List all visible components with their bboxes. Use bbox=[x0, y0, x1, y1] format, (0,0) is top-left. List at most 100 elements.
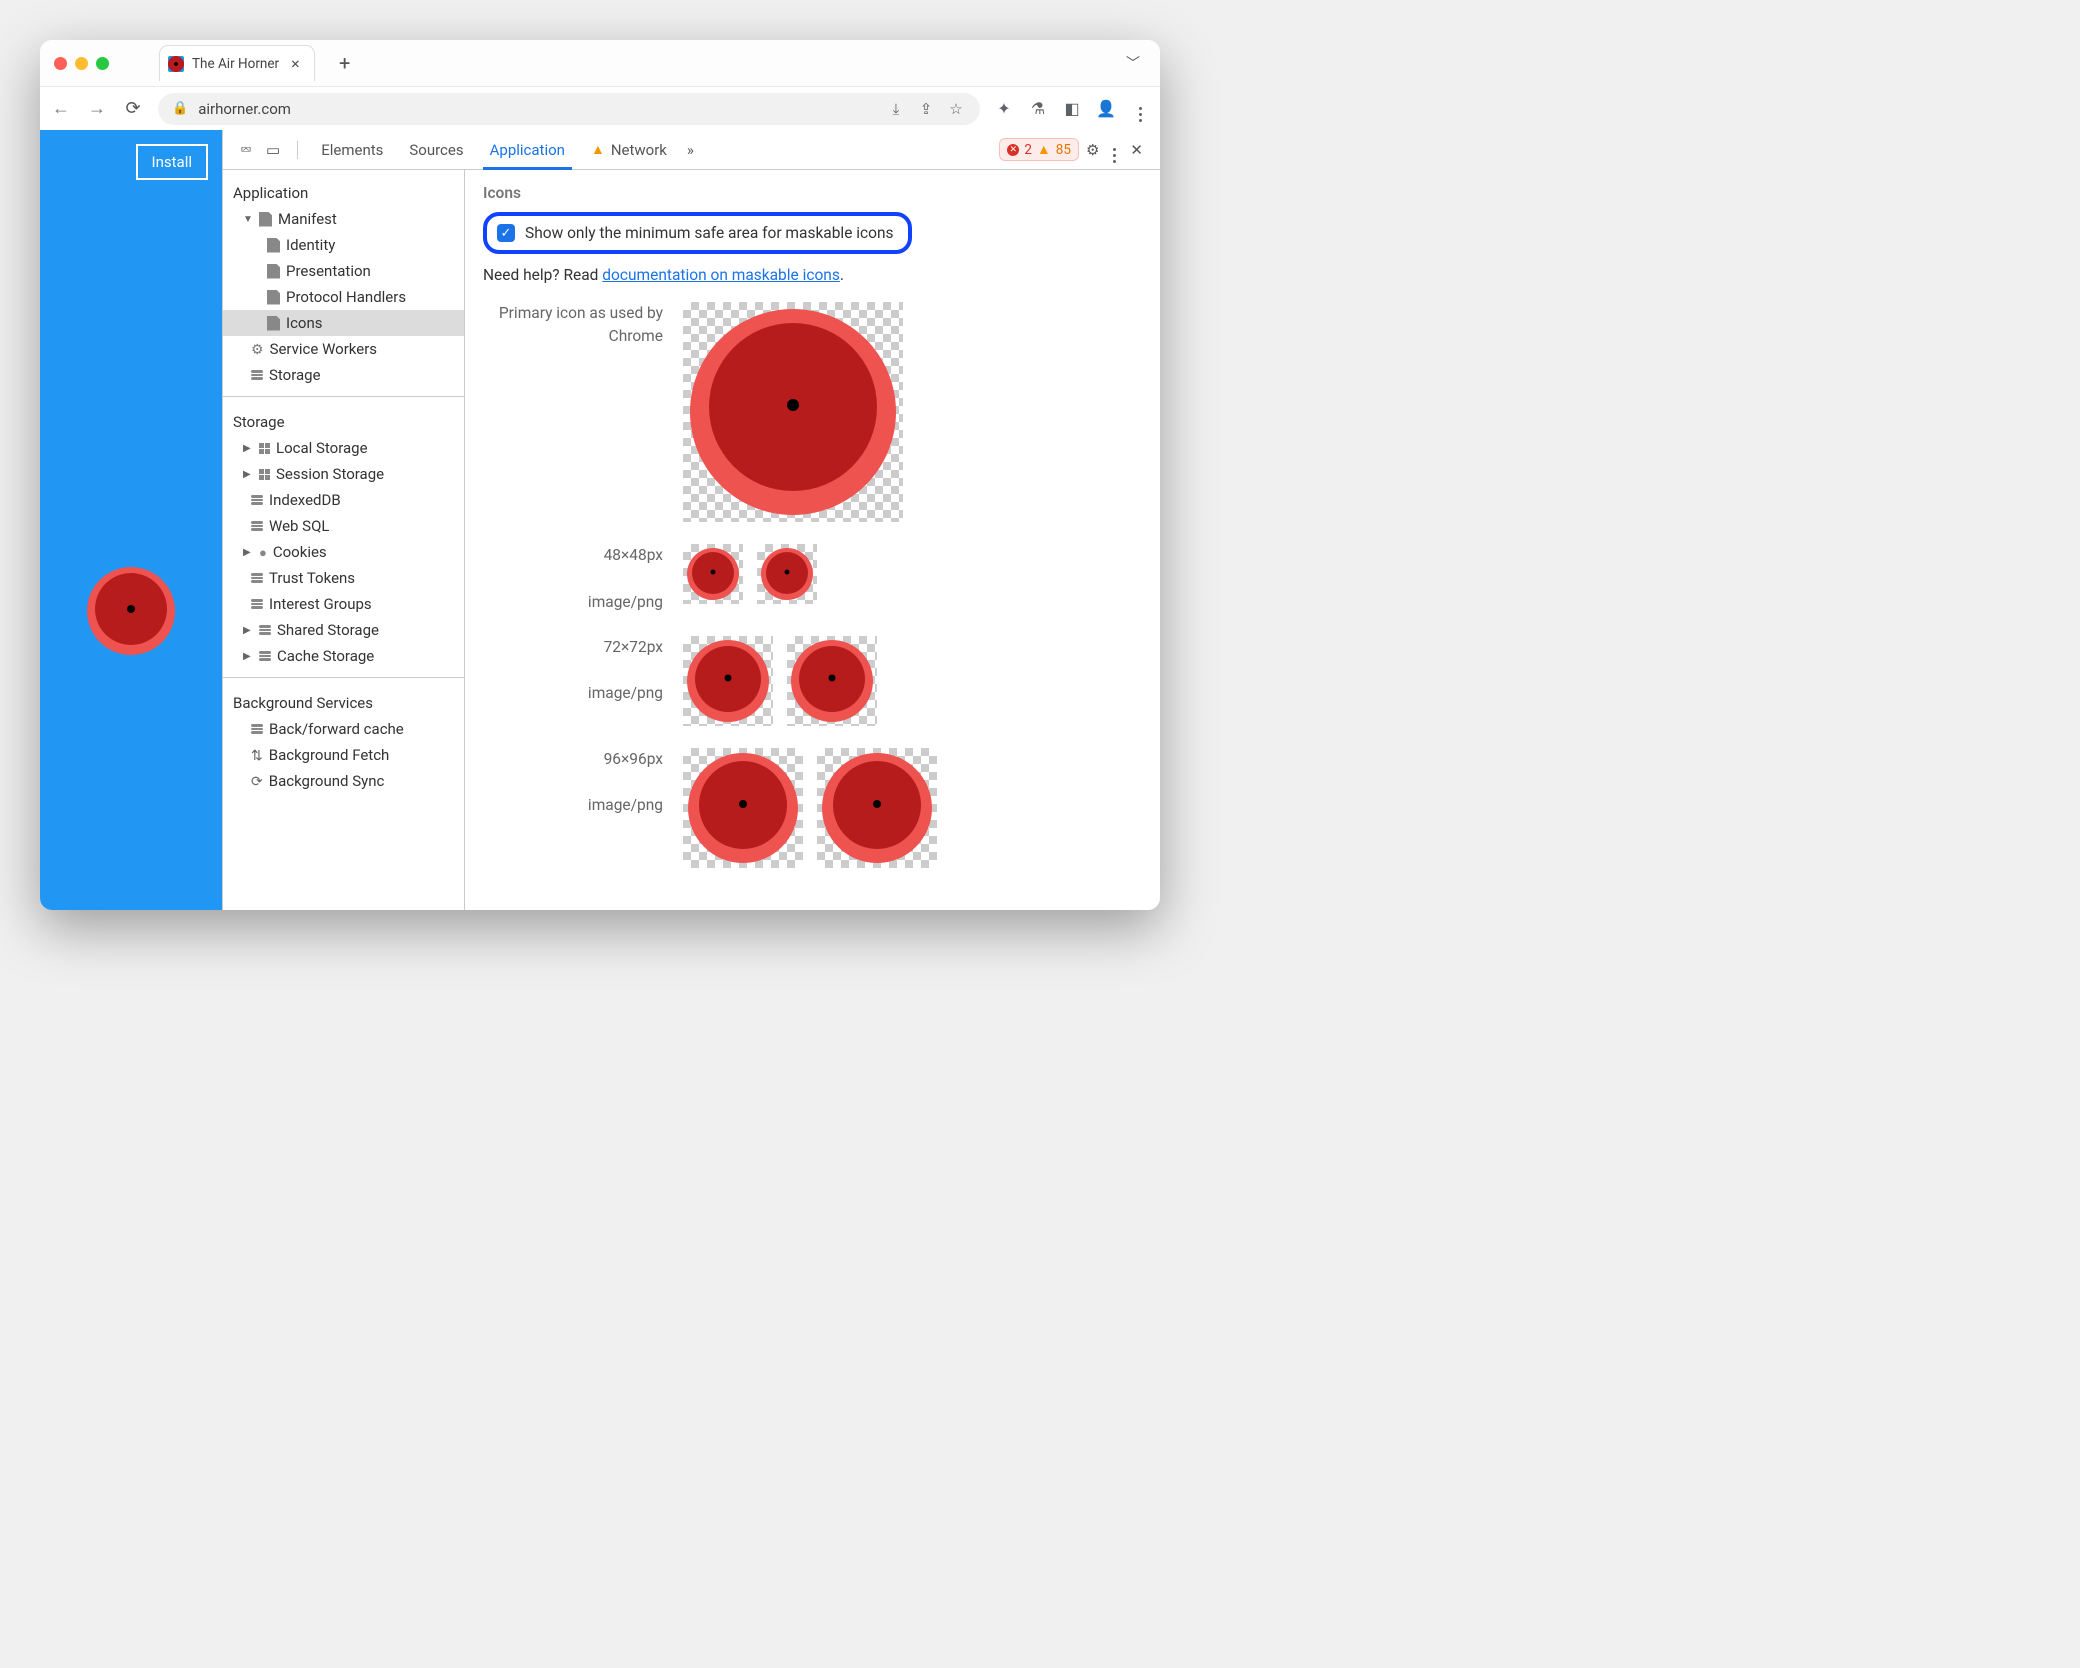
minimize-window-icon[interactable] bbox=[75, 57, 88, 70]
share-icon[interactable]: ⇪ bbox=[916, 100, 936, 118]
profile-icon[interactable]: 👤 bbox=[1096, 99, 1116, 118]
close-window-icon[interactable] bbox=[54, 57, 67, 70]
sidebar-item-bgfetch[interactable]: Background Fetch bbox=[223, 742, 464, 768]
devtools-main: Icons ✓ Show only the minimum safe area … bbox=[465, 170, 1160, 910]
grid-icon bbox=[259, 469, 270, 480]
icon-preview bbox=[683, 544, 743, 604]
window-controls bbox=[54, 57, 109, 70]
arrows-icon bbox=[251, 746, 263, 764]
labs-icon[interactable]: ⚗ bbox=[1028, 99, 1048, 118]
cookie-icon bbox=[259, 543, 267, 561]
sidebar-item-websql[interactable]: Web SQL bbox=[223, 513, 464, 539]
icon-preview bbox=[683, 302, 903, 522]
titlebar: The Air Horner × + ﹀ bbox=[40, 40, 1160, 86]
inspect-icon[interactable]: ⮹ bbox=[233, 141, 259, 159]
icon-row-48: 48×48pximage/png bbox=[483, 544, 1142, 614]
sidebar-item-protocol-handlers[interactable]: Protocol Handlers bbox=[223, 284, 464, 310]
content-area: Install ⮹ ▭ Elements Sources Application… bbox=[40, 130, 1160, 910]
bookmark-icon[interactable]: ☆ bbox=[946, 100, 966, 118]
issues-badge[interactable]: ✕2 ▲85 bbox=[999, 138, 1079, 161]
storage-icon bbox=[251, 370, 263, 380]
devtools: ⮹ ▭ Elements Sources Application ▲Networ… bbox=[222, 130, 1160, 910]
icon-row-72: 72×72pximage/png bbox=[483, 636, 1142, 726]
sidebar-item-bgsync[interactable]: Background Sync bbox=[223, 768, 464, 794]
database-icon bbox=[251, 495, 263, 505]
sidebar-item-session-storage[interactable]: ▶Session Storage bbox=[223, 461, 464, 487]
sidebar-item-manifest[interactable]: ▼Manifest bbox=[223, 206, 464, 232]
icon-row-96: 96×96pximage/png bbox=[483, 748, 1142, 868]
device-toggle-icon[interactable]: ▭ bbox=[259, 141, 287, 159]
more-tabs-icon[interactable]: » bbox=[680, 141, 701, 159]
sidebar-item-identity[interactable]: Identity bbox=[223, 232, 464, 258]
airhorn-graphic[interactable] bbox=[85, 565, 177, 657]
forward-button[interactable]: → bbox=[86, 98, 108, 119]
devtools-toolbar: ⮹ ▭ Elements Sources Application ▲Networ… bbox=[223, 130, 1160, 170]
tab-network[interactable]: ▲Network bbox=[578, 130, 680, 170]
close-tab-icon[interactable]: × bbox=[287, 54, 304, 73]
sidebar-item-presentation[interactable]: Presentation bbox=[223, 258, 464, 284]
section-storage: Storage bbox=[223, 405, 464, 435]
section-application: Application bbox=[223, 176, 464, 206]
tab-sources[interactable]: Sources bbox=[396, 130, 476, 170]
tab-elements[interactable]: Elements bbox=[308, 130, 396, 170]
sync-icon bbox=[251, 772, 263, 790]
maximize-window-icon[interactable] bbox=[96, 57, 109, 70]
warning-icon: ▲ bbox=[1037, 141, 1051, 158]
browser-window: The Air Horner × + ﹀ ← → ⟳ 🔒 airhorner.c… bbox=[40, 40, 1160, 910]
chrome-menu-icon[interactable] bbox=[1130, 95, 1150, 122]
icon-preview bbox=[683, 748, 803, 868]
address-bar-row: ← → ⟳ 🔒 airhorner.com ⤓ ⇪ ☆ ✦ ⚗ ◧ 👤 bbox=[40, 86, 1160, 130]
database-icon bbox=[251, 599, 263, 609]
install-app-icon[interactable]: ⤓ bbox=[886, 100, 906, 118]
database-icon bbox=[259, 651, 271, 661]
favicon-icon bbox=[168, 56, 184, 72]
address-bar[interactable]: 🔒 airhorner.com ⤓ ⇪ ☆ bbox=[158, 93, 980, 125]
sidebar-item-icons[interactable]: Icons bbox=[223, 310, 464, 336]
new-tab-button[interactable]: + bbox=[331, 49, 359, 77]
sidebar-item-trust-tokens[interactable]: Trust Tokens bbox=[223, 565, 464, 591]
file-icon bbox=[267, 264, 280, 279]
tab-title: The Air Horner bbox=[192, 56, 279, 72]
url-text: airhorner.com bbox=[198, 100, 291, 118]
browser-tab[interactable]: The Air Horner × bbox=[159, 45, 315, 81]
sidebar-item-indexeddb[interactable]: IndexedDB bbox=[223, 487, 464, 513]
side-panel-icon[interactable]: ◧ bbox=[1062, 99, 1082, 118]
section-background-services: Background Services bbox=[223, 686, 464, 716]
sidebar-item-cookies[interactable]: ▶Cookies bbox=[223, 539, 464, 565]
panel-title: Icons bbox=[483, 184, 1142, 202]
file-icon bbox=[267, 316, 280, 331]
checkbox-label: Show only the minimum safe area for mask… bbox=[525, 224, 894, 242]
tab-list-button[interactable]: ﹀ bbox=[1120, 53, 1146, 73]
icon-preview bbox=[817, 748, 937, 868]
sidebar-item-shared-storage[interactable]: ▶Shared Storage bbox=[223, 617, 464, 643]
extensions-icon[interactable]: ✦ bbox=[994, 99, 1014, 118]
help-link[interactable]: documentation on maskable icons bbox=[602, 266, 840, 284]
sidebar-item-service-workers[interactable]: Service Workers bbox=[223, 336, 464, 362]
file-icon bbox=[259, 212, 272, 227]
database-icon bbox=[251, 724, 263, 734]
maskable-checkbox-row[interactable]: ✓ Show only the minimum safe area for ma… bbox=[483, 212, 912, 254]
warning-icon: ▲ bbox=[591, 141, 605, 158]
file-icon bbox=[267, 290, 280, 305]
sidebar-item-interest-groups[interactable]: Interest Groups bbox=[223, 591, 464, 617]
primary-icon-row: Primary icon as used byChrome bbox=[483, 302, 1142, 522]
reload-button[interactable]: ⟳ bbox=[122, 98, 144, 119]
checkbox-checked-icon[interactable]: ✓ bbox=[497, 224, 515, 242]
file-icon bbox=[267, 238, 280, 253]
icon-preview bbox=[683, 636, 773, 726]
close-devtools-icon[interactable]: ✕ bbox=[1123, 141, 1150, 159]
sidebar-item-local-storage[interactable]: ▶Local Storage bbox=[223, 435, 464, 461]
sidebar-item-bfcache[interactable]: Back/forward cache bbox=[223, 716, 464, 742]
sidebar-item-cache-storage[interactable]: ▶Cache Storage bbox=[223, 643, 464, 669]
grid-icon bbox=[259, 443, 270, 454]
back-button[interactable]: ← bbox=[50, 98, 72, 119]
sidebar-item-storage[interactable]: Storage bbox=[223, 362, 464, 388]
devtools-menu-icon[interactable] bbox=[1106, 137, 1123, 163]
install-button[interactable]: Install bbox=[136, 144, 208, 180]
database-icon bbox=[259, 625, 271, 635]
webpage: Install bbox=[40, 130, 222, 910]
tab-application[interactable]: Application bbox=[477, 130, 578, 170]
settings-icon[interactable]: ⚙ bbox=[1079, 141, 1106, 159]
lock-icon[interactable]: 🔒 bbox=[172, 101, 188, 116]
icon-preview bbox=[787, 636, 877, 726]
